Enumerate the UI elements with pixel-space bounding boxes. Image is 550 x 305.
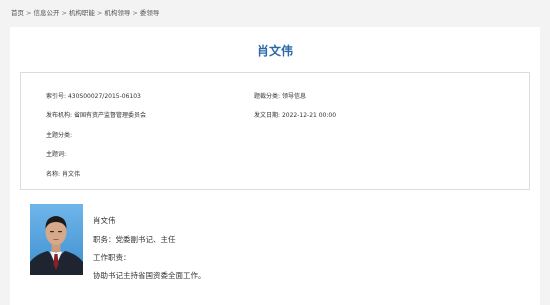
meta-name-label: 名称: bbox=[46, 171, 61, 178]
meta-index-label: 索引号: bbox=[46, 93, 67, 100]
meta-keyword: 主题词: bbox=[46, 149, 66, 158]
meta-topic-label: 主题分类: bbox=[46, 132, 73, 139]
meta-publisher-label: 发布机构: bbox=[46, 112, 73, 119]
meta-category: 题裁分类: 领导信息 bbox=[254, 91, 306, 100]
breadcrumb: 首页 > 信息公开 > 机构职能 > 机构领导 > 委领导 bbox=[11, 7, 159, 17]
meta-keyword-label: 主题词: bbox=[46, 151, 67, 158]
meta-index-value: 430S00027/2015-06103 bbox=[67, 93, 141, 100]
profile-name: 肖文伟 bbox=[93, 216, 116, 225]
profile-duties-label: 工作职责： bbox=[93, 253, 131, 262]
meta-index: 索引号: 430S00027/2015-06103 bbox=[46, 91, 141, 100]
breadcrumb-org-leaders[interactable]: 机构领导 bbox=[104, 9, 130, 17]
meta-category-label: 题裁分类: bbox=[254, 93, 281, 100]
meta-date-value: 2022-12-21 00:00 bbox=[281, 112, 337, 119]
meta-topic: 主题分类: bbox=[46, 130, 72, 139]
breadcrumb-separator: > bbox=[132, 9, 138, 17]
meta-category-value: 领导信息 bbox=[281, 93, 306, 100]
breadcrumb-separator: > bbox=[26, 9, 32, 17]
metadata-box: 索引号: 430S00027/2015-06103 题裁分类: 领导信息 发布机… bbox=[20, 72, 530, 190]
breadcrumb-committee-leaders[interactable]: 委领导 bbox=[140, 9, 160, 17]
page-title: 肖文伟 bbox=[256, 44, 293, 58]
portrait-icon bbox=[30, 204, 83, 275]
meta-date: 发文日期: 2022-12-21 00:00 bbox=[254, 110, 336, 119]
profile-position: 职务：党委副书记、主任 bbox=[93, 235, 176, 244]
meta-publisher: 发布机构: 省国有资产监督管理委员会 bbox=[46, 110, 146, 119]
meta-publisher-value: 省国有资产监督管理委员会 bbox=[73, 112, 146, 119]
profile-duties: 协助书记主持省国资委全面工作。 bbox=[93, 271, 206, 280]
meta-date-label: 发文日期: bbox=[254, 112, 281, 119]
meta-name: 名称: 肖文伟 bbox=[46, 169, 80, 178]
breadcrumb-home[interactable]: 首页 bbox=[11, 9, 24, 17]
meta-name-value: 肖文伟 bbox=[61, 171, 80, 178]
breadcrumb-info-public[interactable]: 信息公开 bbox=[33, 9, 59, 17]
breadcrumb-separator: > bbox=[61, 9, 67, 17]
breadcrumb-separator: > bbox=[96, 9, 103, 17]
breadcrumb-org-functions[interactable]: 机构职能 bbox=[69, 9, 95, 17]
content-panel: 肖文伟 索引号: 430S00027/2015-06103 题裁分类: 领导信息… bbox=[10, 27, 540, 305]
portrait-photo bbox=[30, 204, 83, 275]
